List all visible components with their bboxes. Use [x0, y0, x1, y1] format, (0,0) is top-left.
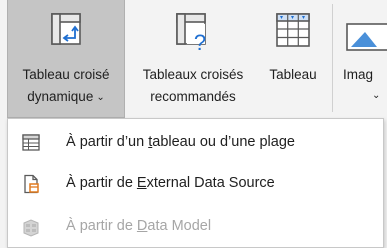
data-model-icon [23, 219, 39, 237]
pivot-table-button[interactable]: Tableau croisé dynamique ⌄ [7, 0, 125, 118]
svg-text:?: ? [194, 30, 206, 54]
table-range-icon [22, 134, 40, 151]
image-icon [346, 23, 387, 51]
images-label: Imag ⌄ [343, 64, 380, 108]
menu-item-from-external-source[interactable]: À partir de External Data Source [8, 164, 383, 204]
menu-item-from-data-model[interactable]: À partir de Data Model [8, 207, 383, 247]
recommended-pivot-icon: ? [176, 13, 206, 54]
recommended-label-line2: recommandés [150, 89, 236, 104]
table-button[interactable]: Tableau [258, 0, 328, 118]
menu-item-label: À partir d’un tableau ou d’une plage [66, 134, 295, 150]
recommended-pivot-label: Tableaux croisés recommandés [128, 64, 258, 108]
table-icon [276, 13, 310, 47]
external-source-icon [24, 174, 39, 194]
recommended-label-line1: Tableaux croisés [142, 67, 244, 82]
images-button[interactable]: Imag ⌄ [337, 0, 387, 118]
table-label-line1: Tableau [269, 67, 317, 82]
pivot-table-icon [51, 13, 81, 45]
pivot-label-line1: Tableau croisé [22, 67, 110, 82]
chevron-down-icon: ⌄ [96, 92, 105, 103]
images-label-line1: Imag [343, 67, 374, 82]
recommended-pivot-button[interactable]: ? Tableaux croisés recommandés [128, 0, 258, 118]
insert-ribbon: Tableau croisé dynamique ⌄ ? Tableaux cro… [0, 0, 387, 118]
table-label: Tableau [258, 64, 328, 86]
pivot-table-dropdown-menu: À partir d’un tableau ou d’une plage À p… [7, 118, 384, 248]
menu-item-label: À partir de External Data Source [66, 175, 275, 191]
menu-item-from-table-range[interactable]: À partir d’un tableau ou d’une plage [8, 123, 383, 163]
group-separator [332, 4, 333, 112]
menu-item-label: À partir de Data Model [66, 218, 212, 234]
chevron-down-icon: ⌄ [372, 90, 381, 101]
pivot-label-line2: dynamique [27, 89, 94, 104]
pivot-table-label: Tableau croisé dynamique ⌄ [8, 64, 124, 110]
